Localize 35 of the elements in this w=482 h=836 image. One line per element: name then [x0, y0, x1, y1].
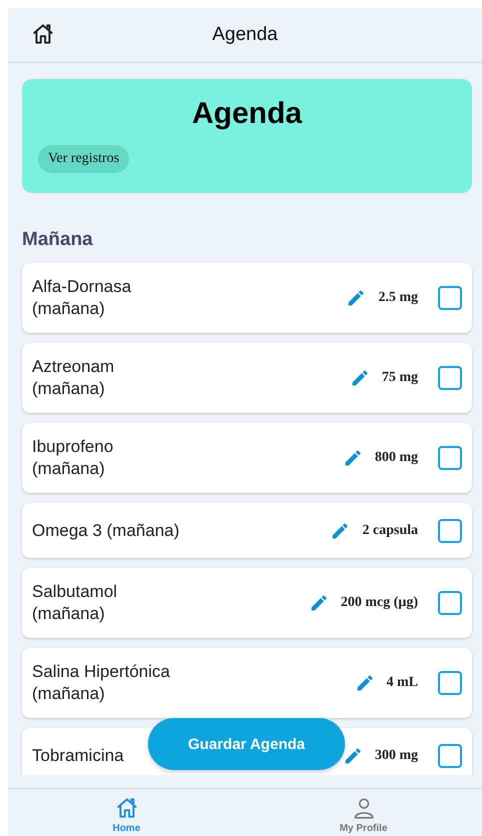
medication-name: Omega 3 (mañana) [32, 520, 180, 542]
medication-name: Aztreonam (mañana) [32, 356, 114, 400]
pencil-icon[interactable] [308, 593, 329, 613]
medication-name: Ibuprofeno (mañana) [32, 436, 114, 480]
dose-text: 2 capsula [362, 522, 418, 538]
records-button[interactable]: Ver registros [38, 145, 130, 173]
medication-name: Tobramicina [32, 744, 124, 766]
dose-text: 300 mg [374, 748, 418, 764]
checkbox[interactable] [438, 591, 462, 615]
medication-name: Salbutamol (mañana) [32, 581, 118, 625]
dose-text: 800 mg [374, 450, 418, 466]
checkbox[interactable] [438, 446, 462, 470]
dose-text: 75 mg [382, 370, 418, 386]
banner-title: Agenda [190, 97, 304, 131]
pencil-icon[interactable] [350, 368, 370, 388]
nav-tab[interactable]: Home [8, 789, 245, 836]
pencil-icon[interactable] [342, 448, 363, 468]
dose-text: 2.5 mg [378, 290, 418, 306]
pencil-icon[interactable] [330, 520, 350, 540]
medication-name: Salina Hipertónica (mañana) [32, 661, 170, 705]
pencil-icon[interactable] [342, 746, 363, 766]
pencil-icon[interactable] [354, 673, 374, 693]
section-title: Mañana [22, 229, 94, 251]
pencil-icon[interactable] [346, 288, 366, 308]
checkbox[interactable] [438, 744, 462, 768]
dose-text: 4 mL [386, 675, 418, 691]
checkbox[interactable] [438, 518, 462, 542]
checkbox[interactable] [438, 671, 462, 695]
checkbox[interactable] [438, 366, 462, 390]
nav-tab[interactable]: My Profile [245, 789, 482, 836]
medication-name: Alfa-Dornasa (mañana) [32, 276, 132, 320]
dose-text: 200 mcg (µg) [340, 595, 418, 611]
checkbox[interactable] [438, 286, 462, 310]
save-agenda-button[interactable]: Guardar Agenda [148, 718, 345, 770]
header-title: Agenda [212, 24, 278, 46]
